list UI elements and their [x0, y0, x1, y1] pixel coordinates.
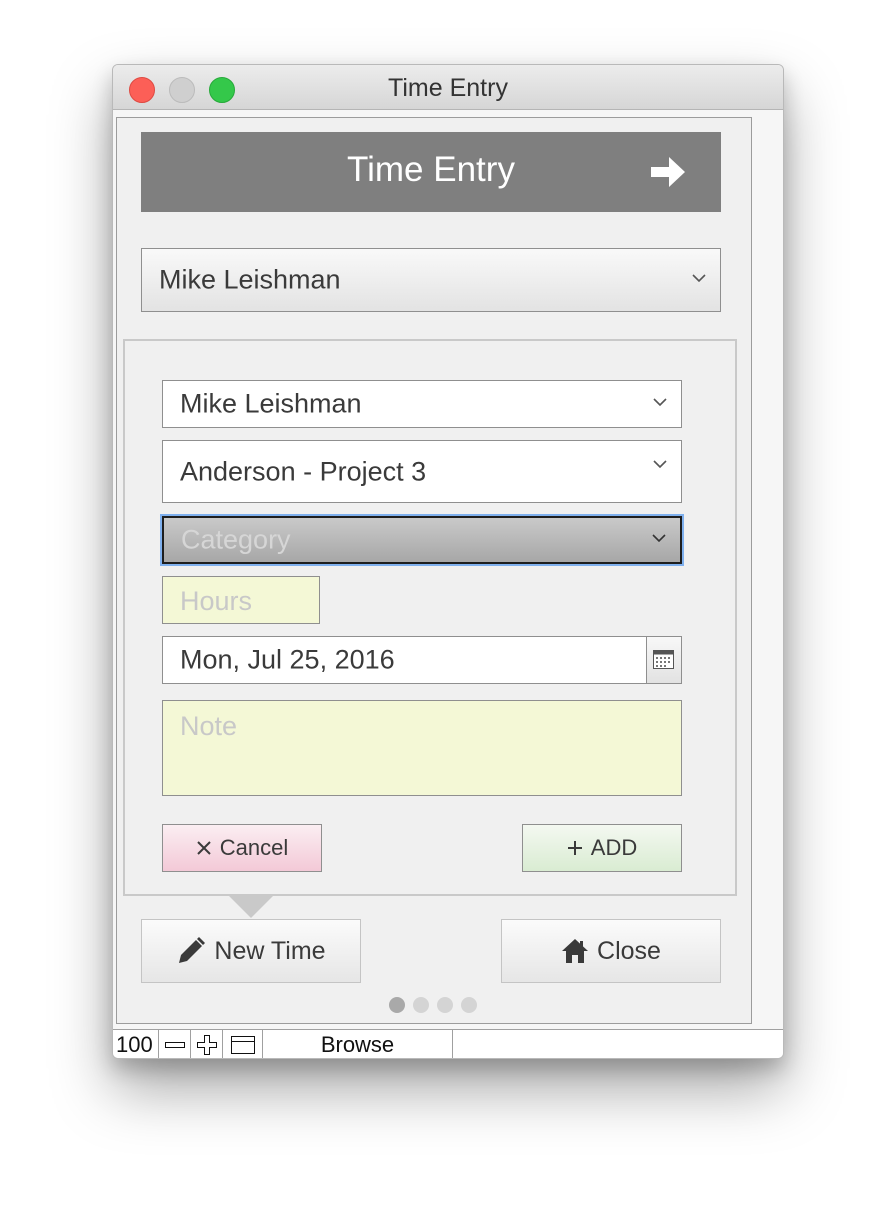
close-button[interactable]: Close	[501, 919, 721, 983]
page-dot-4[interactable]	[461, 997, 477, 1013]
page-dot-3[interactable]	[437, 997, 453, 1013]
chevron-down-icon	[692, 274, 706, 283]
page-indicator	[389, 997, 477, 1013]
plus-icon	[567, 841, 582, 855]
status-bar: 100 Browse	[113, 1029, 783, 1058]
date-field[interactable]: Mon, Jul 25, 2016	[162, 636, 682, 684]
arrow-right-icon[interactable]	[649, 154, 687, 190]
page-dot-2[interactable]	[413, 997, 429, 1013]
zoom-in-button[interactable]	[191, 1030, 223, 1058]
window-title: Time Entry	[388, 74, 508, 102]
mode-indicator[interactable]: Browse	[263, 1030, 453, 1058]
zoom-level[interactable]: 100	[113, 1030, 159, 1058]
close-icon	[197, 841, 211, 855]
date-value: Mon, Jul 25, 2016	[180, 644, 395, 675]
new-time-label: New Time	[214, 936, 326, 965]
cancel-label: Cancel	[219, 835, 289, 860]
new-time-button[interactable]: New Time	[141, 919, 361, 983]
close-label: Close	[597, 936, 661, 965]
hours-placeholder: Hours	[180, 586, 253, 616]
staff-filter-value: Mike Leishman	[159, 264, 341, 295]
calendar-button[interactable]	[646, 637, 681, 683]
calendar-icon	[653, 650, 674, 669]
add-label: ADD	[590, 835, 638, 860]
note-placeholder: Note	[180, 711, 238, 741]
layout-content: Time Entry Mike Leishman Mike Leishman A…	[116, 117, 752, 1024]
zoom-out-button[interactable]	[159, 1030, 191, 1058]
chevron-down-icon	[653, 398, 667, 407]
app-window: Time Entry Time Entry Mike Leishman Mike…	[112, 64, 784, 1059]
project-select[interactable]: Anderson - Project 3	[162, 440, 682, 503]
page-title: Time Entry	[347, 150, 515, 189]
minus-icon	[164, 1041, 185, 1048]
chevron-down-icon	[653, 459, 667, 468]
note-textarea[interactable]: Note	[162, 700, 682, 796]
home-icon	[562, 939, 589, 963]
header-bar: Time Entry	[141, 132, 721, 212]
page-dot-1[interactable]	[389, 997, 405, 1013]
staff-filter-select[interactable]: Mike Leishman	[141, 248, 721, 312]
cancel-button[interactable]: Cancel	[162, 824, 322, 872]
hours-input[interactable]: Hours	[162, 576, 320, 624]
toolbar-toggle-button[interactable]	[223, 1030, 263, 1058]
chevron-down-icon	[652, 534, 666, 543]
window-layout-icon	[230, 1035, 255, 1054]
user-select-value: Mike Leishman	[180, 388, 362, 419]
time-entry-panel: Mike Leishman Anderson - Project 3 Categ…	[123, 339, 737, 896]
plus-icon	[196, 1034, 217, 1055]
category-placeholder: Category	[181, 524, 291, 555]
add-button[interactable]: ADD	[522, 824, 682, 872]
user-select[interactable]: Mike Leishman	[162, 380, 682, 428]
panel-pointer	[229, 896, 273, 918]
pencil-icon	[179, 937, 206, 963]
project-select-value: Anderson - Project 3	[180, 456, 427, 486]
title-bar[interactable]: Time Entry	[113, 65, 783, 110]
category-select[interactable]: Category	[162, 516, 682, 564]
